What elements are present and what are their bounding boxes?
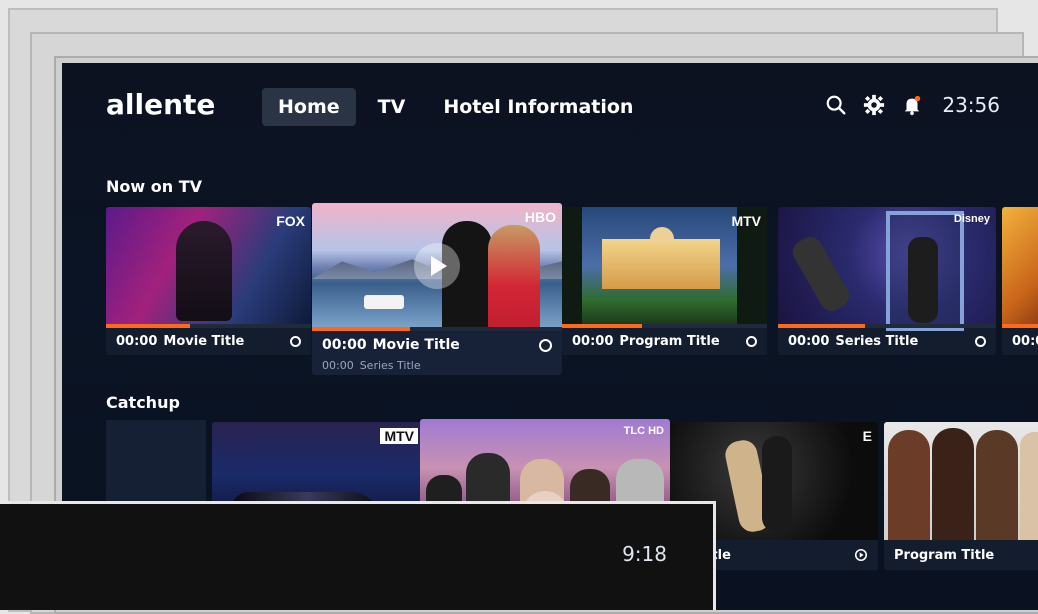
card-title: Program Title — [894, 547, 995, 563]
overlay-clock: 9:18 — [622, 542, 667, 566]
record-icon[interactable] — [539, 338, 552, 352]
channel-logo: TLC HD — [623, 425, 664, 437]
card-time: 00:0 — [1012, 334, 1038, 349]
card-time: 00:00 — [322, 337, 367, 353]
now-on-tv-card[interactable]: Disney 00:00 Series Title — [778, 207, 996, 355]
thumbnail: FOX — [106, 207, 311, 324]
now-on-tv-card[interactable]: FOX 00:00 Movie Title — [106, 207, 311, 355]
card-subtitle-time: 00:00 — [322, 358, 354, 372]
nav-item-home[interactable]: Home — [262, 88, 356, 126]
card-title: Series Title — [835, 334, 919, 349]
now-on-tv-card[interactable]: 00:0 — [1002, 207, 1038, 355]
section-title-now-on-tv: Now on TV — [106, 177, 202, 196]
top-right-controls: 23:56 — [824, 93, 1000, 117]
channel-logo: FOX — [276, 213, 305, 229]
channel-logo: HBO — [524, 209, 556, 225]
app-logo: allente — [106, 88, 216, 121]
card-footer: 00:00 Movie Title — [312, 335, 562, 355]
card-footer: 00:00 Program Title — [562, 328, 767, 355]
record-icon[interactable] — [746, 336, 757, 347]
catchup-card[interactable]: Program Title — [884, 422, 1038, 570]
now-on-tv-card[interactable]: MTV 00:00 Program Title — [562, 207, 767, 355]
card-footer: 00:00 Series Title — [778, 328, 996, 355]
card-subtitle-row: 00:00 Series Title — [312, 357, 562, 373]
card-footer: 00:0 — [1002, 328, 1038, 355]
thumbnail — [1002, 207, 1038, 324]
now-on-tv-card-focused[interactable]: HBO 00:00 Movie Title 00:00 Series Title — [312, 203, 562, 375]
nav-item-tv[interactable]: TV — [362, 88, 422, 126]
replay-icon[interactable] — [854, 548, 868, 562]
channel-logo: Disney — [953, 213, 990, 225]
section-title-catchup: Catchup — [106, 393, 180, 412]
card-time: 00:00 — [116, 334, 158, 349]
nav-item-hotel-information[interactable]: Hotel Information — [427, 88, 649, 126]
overlay-window: 9:18 — [0, 501, 716, 610]
gear-icon[interactable] — [862, 93, 886, 117]
card-footer: Program Title — [884, 540, 1038, 570]
thumbnail: MTV — [562, 207, 767, 324]
record-icon[interactable] — [290, 336, 301, 347]
channel-logo: MTV — [731, 213, 761, 229]
card-title: Movie Title — [163, 334, 245, 349]
thumbnail: Disney — [778, 207, 996, 331]
card-time: 00:00 — [572, 334, 614, 349]
channel-logo: E — [862, 428, 872, 444]
card-title: Movie Title — [372, 337, 460, 353]
bell-icon[interactable] — [900, 93, 924, 117]
thumbnail: HBO — [312, 203, 562, 327]
main-nav: Home TV Hotel Information — [262, 88, 649, 126]
search-icon[interactable] — [824, 93, 848, 117]
card-title: Program Title — [619, 334, 720, 349]
thumbnail — [884, 422, 1038, 540]
card-time: 00:00 — [788, 334, 830, 349]
channel-logo: MTV — [380, 428, 418, 444]
play-icon[interactable] — [414, 243, 460, 289]
record-icon[interactable] — [975, 336, 986, 347]
clock: 23:56 — [942, 93, 1000, 117]
card-subtitle: Series Title — [359, 358, 421, 372]
card-footer: 00:00 Movie Title — [106, 328, 311, 355]
